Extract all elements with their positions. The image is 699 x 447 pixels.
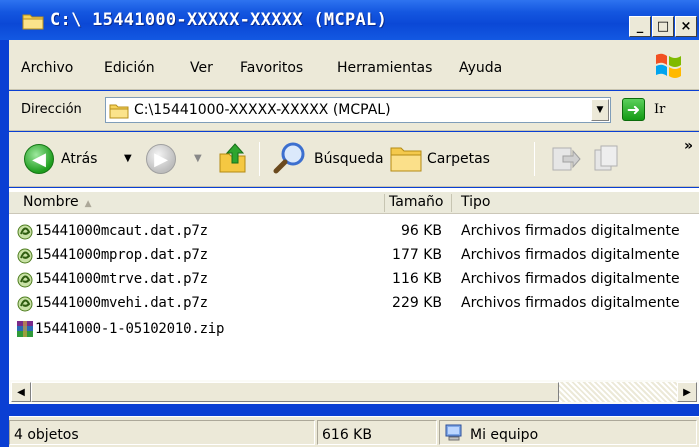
file-row[interactable]: 15441000-1-05102010.zip xyxy=(9,318,699,341)
go-label[interactable]: Ir xyxy=(654,102,665,117)
status-size-cell: 616 KB xyxy=(317,420,437,445)
status-bar: 4 objetos 616 KB Mi equipo xyxy=(9,416,699,447)
status-objects: 4 objetos xyxy=(14,427,79,443)
menu-favoritos[interactable]: Favoritos xyxy=(240,60,303,76)
file-type: Archivos firmados digitalmente xyxy=(461,271,680,287)
file-list: Nombre ▲ Tamaño Tipo 15441000mcaut.dat.p7… xyxy=(9,188,699,380)
minimize-button[interactable]: _ xyxy=(629,16,651,37)
menu-ver[interactable]: Ver xyxy=(190,60,213,76)
chevron-down-icon: ▼ xyxy=(596,105,604,115)
status-size: 616 KB xyxy=(322,427,372,443)
file-size: 229 KB xyxy=(392,295,442,311)
address-field[interactable]: C:\15441000-XXXXX-XXXXX (MCPAL) ▼ xyxy=(105,97,611,123)
address-label: Dirección xyxy=(21,102,82,117)
column-name[interactable]: Nombre ▲ xyxy=(23,194,92,210)
column-type[interactable]: Tipo xyxy=(461,194,490,210)
status-location: Mi equipo xyxy=(470,427,539,443)
forward-button[interactable]: ▶ xyxy=(146,144,176,174)
file-size: 116 KB xyxy=(392,271,442,287)
copy-to-icon[interactable] xyxy=(591,142,623,174)
file-size: 177 KB xyxy=(392,247,442,263)
scroll-right-button[interactable]: ▶ xyxy=(677,382,697,402)
scroll-left-button[interactable]: ◀ xyxy=(11,382,31,402)
file-row[interactable]: 15441000mtrve.dat.p7z 116 KB Archivos fi… xyxy=(9,268,699,291)
file-name: 15441000mtrve.dat.p7z xyxy=(35,271,208,287)
title-bar[interactable]: C:\ 15441000-XXXXX-XXXXX (MCPAL) _ □ × xyxy=(0,0,699,40)
menu-bar: Archivo Edición Ver Favoritos Herramient… xyxy=(9,40,699,90)
forward-dropdown-icon[interactable]: ▼ xyxy=(194,153,202,164)
file-name: 15441000mprop.dat.p7z xyxy=(35,247,208,263)
arrow-right-icon: ➜ xyxy=(626,100,641,119)
horizontal-scrollbar[interactable]: ◀ ▶ xyxy=(9,380,699,404)
menu-edicion[interactable]: Edición xyxy=(104,60,155,76)
menu-ayuda[interactable]: Ayuda xyxy=(459,60,502,76)
search-icon[interactable] xyxy=(273,140,309,176)
address-bar: Dirección C:\15441000-XXXXX-XXXXX (MCPAL… xyxy=(9,91,699,131)
file-row[interactable]: 15441000mprop.dat.p7z 177 KB Archivos fi… xyxy=(9,244,699,267)
signed-file-icon xyxy=(17,248,33,264)
toolbar-overflow-button[interactable]: » xyxy=(684,138,693,154)
file-row[interactable]: 15441000mcaut.dat.p7z 96 KB Archivos fir… xyxy=(9,220,699,243)
menu-archivo[interactable]: Archivo xyxy=(21,60,73,76)
file-type: Archivos firmados digitalmente xyxy=(461,295,680,311)
sort-ascending-icon: ▲ xyxy=(84,199,92,209)
close-button[interactable]: × xyxy=(675,16,697,37)
address-dropdown-button[interactable]: ▼ xyxy=(591,99,609,121)
toolbar: ◀ Atrás ▼ ▶ ▼ Búsqueda Carpetas » xyxy=(9,132,699,187)
file-row[interactable]: 15441000mvehi.dat.p7z 229 KB Archivos fi… xyxy=(9,292,699,315)
my-computer-icon xyxy=(445,424,462,441)
folder-icon xyxy=(22,14,44,30)
back-dropdown-icon[interactable]: ▼ xyxy=(124,153,132,164)
zip-archive-icon xyxy=(17,321,33,337)
go-button[interactable]: ➜ xyxy=(622,98,645,121)
signed-file-icon xyxy=(17,296,33,312)
folders-icon[interactable] xyxy=(388,142,424,174)
file-type: Archivos firmados digitalmente xyxy=(461,223,680,239)
scroll-thumb[interactable] xyxy=(31,382,559,402)
move-to-icon[interactable] xyxy=(549,142,581,174)
chevron-right-icon: ▶ xyxy=(683,386,691,398)
file-size: 96 KB xyxy=(400,223,442,239)
folder-icon xyxy=(109,104,129,119)
arrow-right-icon: ▶ xyxy=(154,148,168,170)
arrow-left-icon: ◀ xyxy=(32,148,46,170)
status-objects-cell: 4 objetos xyxy=(9,420,315,445)
file-type: Archivos firmados digitalmente xyxy=(461,247,680,263)
file-name: 15441000mcaut.dat.p7z xyxy=(35,223,208,239)
chevron-left-icon: ◀ xyxy=(17,386,25,398)
status-location-cell: Mi equipo xyxy=(439,420,697,445)
explorer-window: C:\ 15441000-XXXXX-XXXXX (MCPAL) _ □ × A… xyxy=(0,0,699,447)
folders-label[interactable]: Carpetas xyxy=(427,151,490,167)
signed-file-icon xyxy=(17,224,33,240)
back-label[interactable]: Atrás xyxy=(61,151,97,167)
column-header: Nombre ▲ Tamaño Tipo xyxy=(9,192,699,214)
menu-herramientas[interactable]: Herramientas xyxy=(337,60,432,76)
column-size[interactable]: Tamaño xyxy=(389,194,443,210)
up-folder-icon[interactable] xyxy=(217,140,249,176)
search-label[interactable]: Búsqueda xyxy=(314,151,384,167)
back-button[interactable]: ◀ xyxy=(24,144,54,174)
signed-file-icon xyxy=(17,272,33,288)
address-value: C:\15441000-XXXXX-XXXXX (MCPAL) xyxy=(134,102,391,118)
file-name: 15441000-1-05102010.zip xyxy=(35,321,225,337)
maximize-button[interactable]: □ xyxy=(652,16,674,37)
windows-logo-icon xyxy=(656,53,681,78)
window-title: C:\ 15441000-XXXXX-XXXXX (MCPAL) xyxy=(50,10,388,30)
file-name: 15441000mvehi.dat.p7z xyxy=(35,295,208,311)
